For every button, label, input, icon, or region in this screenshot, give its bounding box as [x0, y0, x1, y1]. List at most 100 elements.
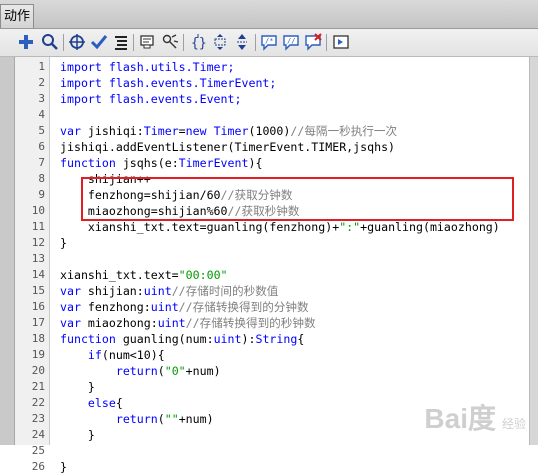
code-token: new Timer	[185, 124, 249, 138]
code-line[interactable]: 4	[15, 107, 525, 123]
line-code: }	[60, 235, 67, 251]
line-number: 26	[31, 460, 45, 473]
add-script-button[interactable]	[16, 32, 36, 52]
code-line[interactable]: 12}	[15, 235, 525, 251]
vertical-scrollbar[interactable]	[529, 57, 538, 445]
code-editor[interactable]: 1 import flash.utils.Timer; 2 import flash.…	[0, 57, 538, 474]
line-number: 16	[31, 300, 45, 313]
code-token: import flash.utils.Timer;	[60, 60, 235, 74]
svg-text://: //	[287, 37, 295, 45]
line-code: if(num<10){	[60, 347, 165, 363]
line-code: }	[60, 459, 67, 475]
code-line[interactable]: 18 function guanling(num:uint):String{	[15, 331, 525, 347]
code-line[interactable]: 11 xianshi_txt.text=guanling(fenzhong)+"…	[15, 219, 525, 235]
toolbar-separator	[183, 34, 184, 51]
code-line[interactable]: 19 if(num<10){	[15, 347, 525, 363]
code-token: (	[157, 412, 165, 426]
target-path-icon	[69, 34, 85, 50]
debug-options-button[interactable]	[160, 32, 180, 52]
line-number: 19	[31, 348, 45, 361]
code-token: uint	[157, 316, 186, 330]
line-code: import flash.events.TimerEvent;	[60, 75, 276, 91]
code-line[interactable]: 26}	[15, 459, 525, 475]
code-token: else	[87, 396, 116, 410]
line-number: 10	[31, 204, 45, 217]
tab-actions[interactable]: 动作	[0, 4, 34, 28]
collapse-selection-button[interactable]	[210, 32, 230, 52]
expand-all-icon	[237, 34, 247, 50]
line-number: 8	[38, 172, 45, 185]
collapse-selection-icon	[214, 34, 226, 50]
code-line[interactable]: 3 import flash.events.Event;	[15, 91, 525, 107]
code-token: }	[60, 460, 67, 474]
add-script-icon	[19, 35, 33, 49]
code-token: var	[60, 316, 88, 330]
check-syntax-button[interactable]	[89, 32, 109, 52]
line-code: }	[60, 427, 95, 443]
code-token: ):	[241, 332, 256, 346]
toolbar-separator	[255, 34, 256, 51]
code-line[interactable]: 14 xianshi_txt.text="00:00"	[15, 267, 525, 283]
code-token: import flash.events.TimerEvent;	[60, 76, 277, 90]
code-line[interactable]: 5 var jishiqi:Timer=new Timer(1000)//每隔一秒…	[15, 123, 525, 139]
find-icon	[42, 34, 58, 50]
highlight-annotation-box	[81, 177, 514, 221]
expand-all-button[interactable]	[232, 32, 252, 52]
line-code: var miaozhong:uint//存储转换得到的秒钟数	[60, 315, 316, 331]
code-token: //存储时间的秒数值	[171, 284, 279, 298]
actions-toolbar: {} /* //	[0, 29, 538, 57]
line-code: function jsqhs(e:TimerEvent){	[60, 155, 262, 171]
code-token: xianshi_txt.text=guanling(fenzhong)+	[60, 220, 340, 234]
svg-text:{}: {}	[191, 36, 207, 51]
code-token: (1000)	[248, 124, 291, 138]
line-code: function guanling(num:uint):String{	[60, 331, 304, 347]
code-hint-button[interactable]	[138, 32, 158, 52]
code-token: guanling(num:	[122, 332, 214, 346]
code-token: function	[60, 332, 123, 346]
code-token: ":"	[339, 220, 361, 234]
find-button[interactable]	[40, 32, 60, 52]
line-number: 2	[38, 76, 45, 89]
code-line[interactable]: 2 import flash.events.TimerEvent;	[15, 75, 525, 91]
line-number: 15	[31, 284, 45, 297]
remove-comment-button[interactable]	[303, 32, 323, 52]
code-line[interactable]: 20 return("0"+num)	[15, 363, 525, 379]
code-token: uint	[213, 332, 242, 346]
code-token: fenzhong:	[87, 300, 151, 314]
code-line[interactable]: 16 var fenzhong:uint//存储转换得到的分钟数	[15, 299, 525, 315]
code-token: =	[178, 124, 186, 138]
watermark-sub: 经验	[501, 417, 526, 431]
auto-format-button[interactable]	[111, 32, 131, 52]
line-code: import flash.events.Event;	[60, 91, 241, 107]
code-token: var	[60, 124, 88, 138]
code-line[interactable]: 6 jishiqi.addEventListener(TimerEvent.TIM…	[15, 139, 525, 155]
code-token: var	[60, 284, 88, 298]
show-toolbox-button[interactable]	[331, 32, 351, 52]
code-token: function	[60, 156, 123, 170]
toolbar-separator	[63, 34, 64, 51]
apply-block-comment-button[interactable]: /*	[259, 32, 279, 52]
code-token: if	[87, 348, 102, 362]
code-token: TimerEvent	[178, 156, 249, 170]
code-hint-icon	[140, 35, 154, 49]
baidu-watermark: Bai度 经验	[424, 397, 526, 437]
code-line[interactable]: 15 var shijian:uint//存储时间的秒数值	[15, 283, 525, 299]
code-token: miaozhong:	[87, 316, 158, 330]
code-line[interactable]: 25	[15, 443, 525, 459]
apply-line-comment-button[interactable]: //	[281, 32, 301, 52]
target-path-button[interactable]	[67, 32, 87, 52]
code-line[interactable]: 13	[15, 251, 525, 267]
code-token: ""	[164, 412, 179, 426]
line-number: 12	[31, 236, 45, 249]
code-line[interactable]: 17 var miaozhong:uint//存储转换得到的秒钟数	[15, 315, 525, 331]
code-line[interactable]: 21 }	[15, 379, 525, 395]
code-token: jishiqi.addEventListener(TimerEvent.TIME…	[60, 140, 396, 154]
code-token: "0"	[164, 364, 186, 378]
code-line[interactable]: 7 function jsqhs(e:TimerEvent){	[15, 155, 525, 171]
code-token: //每隔一秒执行一次	[290, 124, 398, 138]
collapse-braces-button[interactable]: {}	[188, 32, 208, 52]
line-number: 20	[31, 364, 45, 377]
code-line[interactable]: 1 import flash.utils.Timer;	[15, 59, 525, 75]
